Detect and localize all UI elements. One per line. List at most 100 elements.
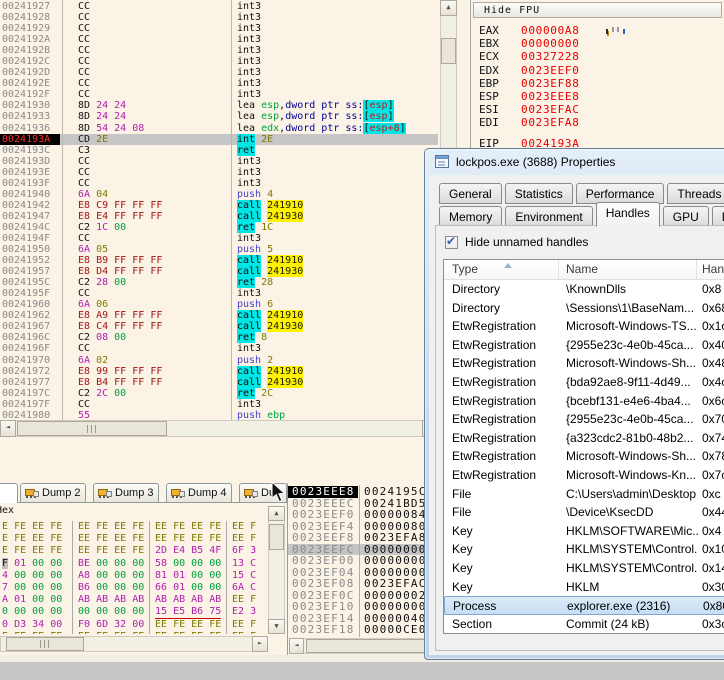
dump-cell[interactable]: E FE EE FE	[0, 631, 73, 634]
column-header-handle[interactable]: Handle	[702, 262, 724, 276]
disasm-row[interactable]: 0024193ECCint3	[0, 167, 438, 178]
dump-cell[interactable]: E FE EE FE	[0, 533, 73, 545]
disasm-row[interactable]: 0024192CCCint3	[0, 56, 438, 67]
table-row[interactable]: FileC:\Users\admin\Desktop0xc	[444, 485, 724, 504]
tab-statistics[interactable]: Statistics	[505, 183, 573, 204]
table-row[interactable]: EtwRegistrationMicrosoft-Windows-TS...0x…	[444, 317, 724, 336]
dump-tab-active-partial[interactable]	[0, 483, 18, 503]
table-row[interactable]: EtwRegistration{bda92ae8-9f11-4d49...0x4…	[444, 373, 724, 392]
dump-cell[interactable]: A8 00 00 00	[73, 570, 150, 582]
scroll-up-icon[interactable]: ▲	[440, 0, 457, 16]
table-row[interactable]: KeyHKLM\SYSTEM\Control...0x14	[444, 559, 724, 578]
disasm-row[interactable]: 0024195FCCint3	[0, 288, 438, 299]
dump-cell[interactable]: EE F	[227, 594, 268, 606]
disasm-row[interactable]: 00241929CCint3	[0, 23, 438, 34]
disasm-row[interactable]: 0024197FCCint3	[0, 399, 438, 410]
table-row[interactable]: EtwRegistration{2955e23c-4e0b-45ca...0x4…	[444, 336, 724, 355]
table-row[interactable]: EtwRegistration{2955e23c-4e0b-45ca...0x7…	[444, 410, 724, 429]
table-row[interactable]: File\Device\KsecDD0x44	[444, 503, 724, 522]
disasm-row[interactable]: 0024196CC2 08 00ret 8	[0, 332, 438, 343]
disasm-row[interactable]: 0024192ACCint3	[0, 34, 438, 45]
scroll-down-icon[interactable]: ▼	[268, 619, 285, 634]
scroll-left-icon[interactable]: ◄	[0, 420, 16, 437]
dump-cell[interactable]: A 01 00 00	[0, 594, 73, 606]
disasm-row[interactable]: 00241957E8 D4 FF FF FFcall 241930	[0, 266, 438, 277]
tab-general[interactable]: General	[439, 183, 502, 204]
disasm-row[interactable]: 0024194CC2 1C 00ret 1C	[0, 222, 438, 233]
table-row[interactable]: KeyHKLM\SOFTWARE\Mic...0x4	[444, 522, 724, 541]
dump-cell[interactable]: 6F 3	[227, 545, 268, 557]
disasm-row[interactable]: 0024193CC3ret	[0, 145, 438, 156]
table-row[interactable]: EtwRegistration{a323cdc2-81b0-48b2...0x7…	[444, 429, 724, 448]
table-row[interactable]: KeyHKLM0x30	[444, 578, 724, 597]
dialog-titlebar[interactable]: lockpos.exe (3688) Properties	[425, 149, 724, 175]
dump-cell[interactable]: 2D E4 B5 4F	[150, 545, 227, 557]
register-row[interactable]: ESP0023EEE8	[471, 90, 724, 103]
table-row[interactable]: Processexplorer.exe (2316)0x80	[444, 596, 724, 615]
dump-cell[interactable]: 15 C	[227, 570, 268, 582]
scroll-right-icon[interactable]: ►	[252, 636, 268, 652]
disasm-row[interactable]: 00241977E8 B4 FF FF FFcall 241930	[0, 377, 438, 388]
scroll-up-icon[interactable]: ▲	[268, 506, 285, 521]
dump-cell[interactable]: 00 00 00 00	[73, 606, 150, 618]
disasm-row[interactable]: 0024193ACD 2Eint 2E	[0, 134, 438, 145]
dump-cell[interactable]: EE FE EE FE	[150, 619, 227, 631]
tab-handles[interactable]: Handles	[596, 202, 660, 227]
dump-cell[interactable]: E FE EE FE	[0, 545, 73, 557]
disasm-row[interactable]: 002419406A 04push 4	[0, 189, 438, 200]
column-header-name[interactable]: Name	[566, 262, 598, 276]
register-row[interactable]: EBX00000000	[471, 37, 724, 50]
register-row[interactable]: ECX00327228	[471, 50, 724, 63]
dump-cell[interactable]: EE F	[227, 521, 268, 533]
disasm-row[interactable]: 00241952E8 B9 FF FF FFcall 241910	[0, 255, 438, 266]
disasm-row[interactable]: 00241967E8 C4 FF FF FFcall 241930	[0, 321, 438, 332]
tab-memory[interactable]: Memory	[439, 206, 502, 227]
disasm-row[interactable]: 002419506A 05push 5	[0, 244, 438, 255]
tab-environment[interactable]: Environment	[505, 206, 592, 227]
tab-gpu[interactable]: GPU	[663, 206, 709, 227]
register-row[interactable]: EDI0023EFA8	[471, 116, 724, 129]
register-row[interactable]: EBP0023EF88	[471, 77, 724, 90]
dump-cell[interactable]: 0 00 00 00	[0, 606, 73, 618]
register-row[interactable]: EDX0023EEF0	[471, 64, 724, 77]
disasm-row[interactable]: 0024193DCCint3	[0, 156, 438, 167]
dump-cell[interactable]: B6 00 00 00	[73, 582, 150, 594]
tab-disk-and[interactable]: Disk and	[712, 206, 724, 227]
dump-cell[interactable]: 0 D3 34 00	[0, 619, 73, 631]
dump-cell[interactable]: EE F	[227, 533, 268, 545]
table-row[interactable]: Directory\Sessions\1\BaseNam...0x68	[444, 299, 724, 318]
dump-cell[interactable]: 15 E5 B6 75	[150, 606, 227, 618]
column-header-type[interactable]: Type	[452, 262, 478, 276]
dump-cell[interactable]: 6A C	[227, 582, 268, 594]
disasm-row[interactable]: 0024193FCCint3	[0, 178, 438, 189]
dump-cell[interactable]: 13 C	[227, 558, 268, 570]
dump-tab-dump-3[interactable]: Dump 3	[93, 483, 159, 502]
dump-cell[interactable]: 58 00 00 00	[150, 558, 227, 570]
dump-cell[interactable]: EE FE EE FE	[150, 533, 227, 545]
dump-cell[interactable]: EE FE EE FE	[73, 545, 150, 557]
disasm-row[interactable]: 0024195CC2 28 00ret 28	[0, 277, 438, 288]
dump-tab-dump-4[interactable]: Dump 4	[166, 483, 232, 502]
dump-tab-dump-2[interactable]: Dump 2	[20, 483, 86, 502]
disasm-row[interactable]: 0024192BCCint3	[0, 45, 438, 56]
table-row[interactable]: EtwRegistration{bcebf131-e4e6-4ba4...0x6…	[444, 392, 724, 411]
dump-cell[interactable]: EE FE EE FE	[150, 521, 227, 533]
disasm-row[interactable]: 0024194FCCint3	[0, 233, 438, 244]
disasm-vscroll-thumb[interactable]	[441, 38, 456, 64]
dump-hscroll-thumb[interactable]	[6, 637, 84, 651]
table-row[interactable]: SectionCommit (24 kB)0x3c	[444, 615, 724, 633]
table-row[interactable]: EtwRegistrationMicrosoft-Windows-Kn...0x…	[444, 466, 724, 485]
disasm-row[interactable]: 0024197CC2 2C 00ret 2C	[0, 388, 438, 399]
dump-cell[interactable]: EE F	[227, 619, 268, 631]
register-row[interactable]: EAX000000A8	[471, 24, 724, 37]
disasm-row[interactable]: 00241927CCint3	[0, 1, 438, 12]
dump-cell[interactable]: 66 01 00 00	[150, 582, 227, 594]
dump-cell[interactable]: 4 00 00 00	[0, 570, 73, 582]
disasm-row[interactable]: 00241928CCint3	[0, 12, 438, 23]
dump-cell[interactable]: EE FE EE FE	[73, 521, 150, 533]
disasm-row[interactable]: 00241962E8 A9 FF FF FFcall 241910	[0, 310, 438, 321]
disasm-row[interactable]: 0024192DCCint3	[0, 67, 438, 78]
tab-threads[interactable]: Threads	[667, 183, 724, 204]
disasm-row[interactable]: 0024196FCCint3	[0, 343, 438, 354]
dump-cell[interactable]: F 01 00 00	[0, 558, 73, 570]
